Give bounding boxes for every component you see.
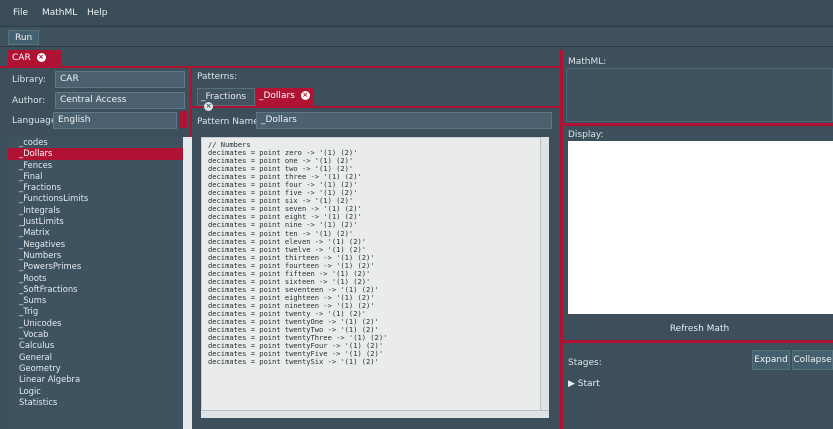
- author-label: Author:: [12, 96, 46, 106]
- library-list-item[interactable]: Logic: [8, 386, 185, 397]
- library-list-item[interactable]: _Dollars: [8, 148, 185, 160]
- close-icon[interactable]: ×: [204, 102, 213, 111]
- library-list-item[interactable]: _Roots: [8, 273, 185, 284]
- library-list-item[interactable]: _JustLimits: [8, 216, 185, 227]
- pattern-name-field[interactable]: _Dollars: [256, 112, 552, 129]
- library-list-item[interactable]: _Vocab: [8, 329, 185, 340]
- divider: [563, 123, 833, 126]
- refresh-math-button[interactable]: Refresh Math: [566, 318, 833, 340]
- library-list-item[interactable]: _Fences: [8, 160, 185, 171]
- library-list-item[interactable]: _codes: [8, 137, 185, 148]
- close-icon[interactable]: ×: [300, 91, 310, 100]
- library-list-item[interactable]: _Fractions: [8, 182, 185, 193]
- mathml-label: MathML:: [568, 57, 607, 67]
- library-list-item[interactable]: General: [8, 352, 185, 363]
- library-list-item[interactable]: _FunctionsLimits: [8, 193, 185, 204]
- stage-start[interactable]: ▶ Start: [568, 379, 600, 389]
- code-horizontal-scrollbar[interactable]: [201, 410, 549, 418]
- code-vertical-scrollbar[interactable]: [540, 137, 549, 417]
- tab-car-label: CAR: [12, 53, 31, 63]
- stage-start-label: Start: [577, 379, 600, 389]
- library-list-item[interactable]: Calculus: [8, 340, 185, 351]
- language-dropdown-button[interactable]: [179, 111, 187, 128]
- triangle-right-icon: ▶: [568, 379, 575, 389]
- tab-fractions-label: _Fractions: [201, 92, 247, 102]
- code-line: decimates = point twentySix -> '(1) (2)': [208, 357, 379, 367]
- library-list: _codes _Dollars _Fences _Final _Fractions _Fu…: [8, 137, 185, 429]
- library-list-item[interactable]: _Trig: [8, 306, 185, 317]
- library-list-item[interactable]: Geometry: [8, 363, 185, 374]
- tab-dollars-label: _Dollars: [259, 91, 295, 101]
- library-list-item[interactable]: _Unicodes: [8, 318, 185, 329]
- collapse-button[interactable]: Collapse: [792, 350, 833, 370]
- library-list-item[interactable]: _Sums: [8, 295, 185, 306]
- library-list-item[interactable]: _Negatives: [8, 239, 185, 250]
- divider: [0, 66, 192, 68]
- toolbar: Run: [0, 27, 833, 47]
- expand-button[interactable]: Expand: [752, 350, 790, 370]
- display-label: Display:: [568, 130, 604, 140]
- run-button[interactable]: Run: [8, 30, 40, 45]
- library-list-item[interactable]: _Numbers: [8, 250, 185, 261]
- menu-file[interactable]: File: [13, 8, 28, 18]
- display-area: [568, 141, 833, 314]
- library-list-item[interactable]: Linear Algebra: [8, 374, 185, 385]
- library-field[interactable]: CAR: [55, 71, 185, 88]
- code-editor[interactable]: // Numbers decimates = point zero -> '(1)…: [201, 137, 547, 417]
- library-list-item[interactable]: _Integrals: [8, 205, 185, 216]
- language-select[interactable]: English: [53, 112, 177, 129]
- menu-help[interactable]: Help: [87, 8, 108, 18]
- divider: [192, 106, 562, 108]
- library-label: Library:: [12, 75, 46, 85]
- close-icon[interactable]: ×: [36, 53, 46, 62]
- author-field[interactable]: Central Access: [55, 92, 185, 109]
- stages-label: Stages:: [568, 358, 602, 368]
- library-scrollbar[interactable]: [183, 137, 192, 429]
- divider: [192, 66, 562, 68]
- tab-dollars[interactable]: _Dollars ×: [256, 88, 313, 106]
- library-list-item[interactable]: _SoftFractions: [8, 284, 185, 295]
- library-list-item[interactable]: _Matrix: [8, 227, 185, 238]
- menu-bar: File MathML Help: [0, 0, 833, 27]
- pattern-name-label: Pattern Name:: [197, 117, 262, 127]
- patterns-label: Patterns:: [197, 72, 238, 82]
- mathml-output[interactable]: [566, 68, 833, 122]
- tab-car[interactable]: CAR ×: [8, 50, 61, 66]
- library-list-item[interactable]: _PowersPrimes: [8, 261, 185, 272]
- library-list-item[interactable]: Statistics: [8, 397, 185, 408]
- divider: [563, 340, 833, 343]
- menu-mathml[interactable]: MathML: [42, 8, 77, 18]
- tab-fractions[interactable]: _Fractions ×: [197, 88, 255, 111]
- library-list-item[interactable]: _Final: [8, 171, 185, 182]
